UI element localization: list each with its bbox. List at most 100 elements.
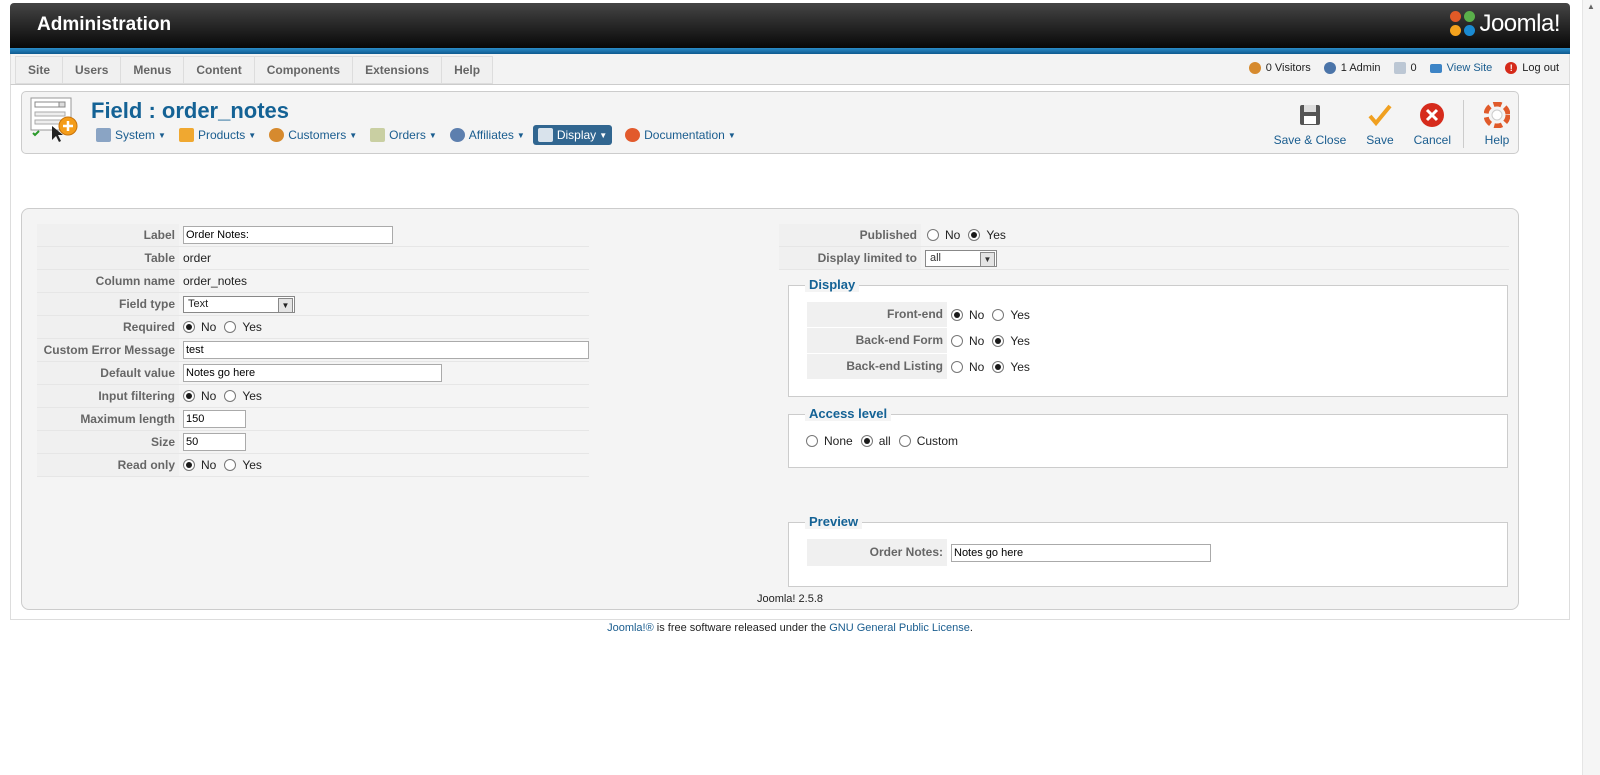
front-end-no-radio[interactable]: [951, 308, 963, 321]
max-length-row: Maximum length 150: [37, 408, 589, 431]
admin-title: Administration: [37, 14, 172, 35]
default-value-input[interactable]: Notes go here: [183, 364, 442, 382]
toolbar-divider: [1463, 100, 1464, 148]
access-none-radio[interactable]: [806, 435, 818, 447]
column-name-row: Column name order_notes: [37, 270, 589, 293]
version-text: Joomla! 2.5.8: [756, 593, 824, 605]
chevron-down-icon: ▼: [428, 130, 437, 140]
backend-form-yes-radio[interactable]: [992, 334, 1005, 347]
vm-menu-affiliates[interactable]: Affiliates ▼: [449, 128, 525, 142]
label-row: Label Order Notes:: [37, 224, 589, 247]
joomla-link[interactable]: Joomla!®: [607, 622, 654, 634]
backend-listing-no-radio[interactable]: [951, 360, 963, 373]
display-settings: Published No Yes Display limited to all ▼: [779, 224, 1509, 270]
input-filtering-no-radio[interactable]: [183, 390, 195, 402]
main-menu: Site Users Menus Content Components Exte…: [10, 54, 1570, 85]
size-row: Size 50: [37, 431, 589, 454]
menu-users[interactable]: Users: [62, 56, 121, 84]
access-custom-radio[interactable]: [898, 435, 911, 447]
menu-extensions[interactable]: Extensions: [352, 56, 442, 84]
help-button[interactable]: Help: [1483, 101, 1511, 148]
field-page-icon: [30, 96, 78, 144]
footer: Joomla! 2.5.8 Joomla!® is free software …: [10, 593, 1570, 634]
wrench-icon: [96, 128, 111, 142]
vm-menu-orders[interactable]: Orders ▼: [370, 128, 437, 142]
checkmark-icon: [1367, 102, 1393, 128]
status-bar: 0 Visitors 1 Admin 0 View Site ! Log out: [1236, 62, 1559, 74]
backend-form-no-radio[interactable]: [951, 334, 963, 347]
preview-fieldset: Preview Order Notes: Notes go here: [788, 514, 1508, 587]
chevron-down-icon: ▼: [980, 251, 995, 267]
affiliates-icon: [449, 128, 465, 142]
license-text: Joomla!® is free software released under…: [607, 622, 973, 634]
toolbar-box: Field : order_notes System ▼ Products ▼ Cu…: [21, 91, 1519, 154]
backend-form-row: Back-end Form No Yes: [807, 328, 1038, 353]
visitors-status: 0 Visitors: [1248, 62, 1311, 74]
required-no-radio[interactable]: [183, 321, 195, 333]
monitor-icon: [1429, 63, 1442, 73]
logout-link[interactable]: ! Log out: [1505, 62, 1559, 74]
preview-row: Order Notes: Notes go here: [807, 539, 1211, 566]
view-site-link[interactable]: View Site: [1429, 62, 1492, 74]
size-input[interactable]: 50: [183, 433, 246, 451]
menu-content[interactable]: Content: [183, 56, 254, 84]
menu-components[interactable]: Components: [253, 56, 353, 84]
field-properties: Label Order Notes: Table order Column na…: [37, 224, 589, 477]
field-form: Label Order Notes: Table order Column na…: [21, 208, 1519, 610]
logout-icon: !: [1505, 62, 1518, 74]
custom-error-row: Custom Error Message test: [37, 339, 589, 362]
read-only-row: Read only No Yes: [37, 454, 589, 477]
cancel-button[interactable]: Cancel: [1414, 102, 1451, 148]
gpl-link[interactable]: GNU General Public License: [829, 622, 970, 634]
admins-status: 1 Admin: [1323, 62, 1381, 74]
vm-menu-system[interactable]: System ▼: [96, 128, 166, 142]
backend-listing-yes-radio[interactable]: [992, 360, 1005, 373]
field-type-select[interactable]: Text ▼: [183, 295, 295, 313]
page-title: Field : order_notes: [91, 98, 290, 123]
read-only-yes-radio[interactable]: [224, 459, 237, 471]
floppy-disk-icon: [1297, 102, 1323, 128]
save-button[interactable]: Save: [1366, 102, 1394, 148]
joomla-logo-text: Joomla!: [1479, 10, 1560, 37]
visitors-icon: [1248, 62, 1261, 74]
label-input[interactable]: Order Notes:: [183, 226, 393, 244]
admin-page: Administration Joomla! Site Users Menus …: [10, 3, 1570, 634]
menu-site[interactable]: Site: [15, 56, 63, 84]
published-no-radio[interactable]: [927, 229, 939, 241]
published-row: Published No Yes: [779, 224, 1509, 247]
admin-icon: [1323, 62, 1336, 74]
input-filtering-yes-radio[interactable]: [224, 390, 237, 402]
orders-icon: [370, 128, 386, 142]
chevron-down-icon: ▼: [158, 130, 166, 140]
messages-status[interactable]: 0: [1393, 62, 1417, 74]
required-yes-radio[interactable]: [224, 321, 237, 333]
chevron-down-icon: ▼: [516, 130, 525, 140]
table-row: Table order: [37, 247, 589, 270]
menu-help[interactable]: Help: [441, 56, 494, 84]
box-icon: [178, 128, 194, 142]
read-only-no-radio[interactable]: [183, 459, 195, 471]
toolbar-buttons: Save & Close Save Cancel Help: [1254, 100, 1511, 148]
vm-menu-products[interactable]: Products ▼: [178, 128, 256, 142]
display-limited-select[interactable]: all ▼: [925, 249, 997, 267]
joomla-logo[interactable]: Joomla!: [1450, 10, 1560, 38]
vm-menu-customers[interactable]: Customers ▼: [269, 128, 357, 142]
front-end-yes-radio[interactable]: [992, 308, 1005, 321]
display-fieldset: Display Front-end No Yes Back-end Form N…: [788, 277, 1508, 397]
lifebuoy-icon: [1483, 101, 1511, 129]
max-length-input[interactable]: 150: [183, 410, 246, 428]
published-yes-radio[interactable]: [968, 229, 981, 241]
column-name-value: order_notes: [183, 274, 248, 288]
save-close-button[interactable]: Save & Close: [1274, 102, 1346, 148]
custom-error-input[interactable]: test: [183, 341, 589, 359]
access-all-radio[interactable]: [860, 435, 873, 447]
access-level-fieldset: Access level None all Custom: [788, 406, 1508, 468]
vertical-scrollbar[interactable]: ▲: [1582, 0, 1600, 775]
preview-input[interactable]: Notes go here: [951, 543, 1211, 562]
menu-menus[interactable]: Menus: [120, 56, 184, 84]
chevron-down-icon: ▼: [349, 130, 358, 140]
table-value: order: [183, 251, 212, 265]
vm-menu-display[interactable]: Display ▼: [532, 125, 613, 145]
scroll-up-arrow-icon[interactable]: ▲: [1587, 2, 1595, 11]
vm-menu-documentation[interactable]: Documentation ▼: [625, 128, 736, 142]
